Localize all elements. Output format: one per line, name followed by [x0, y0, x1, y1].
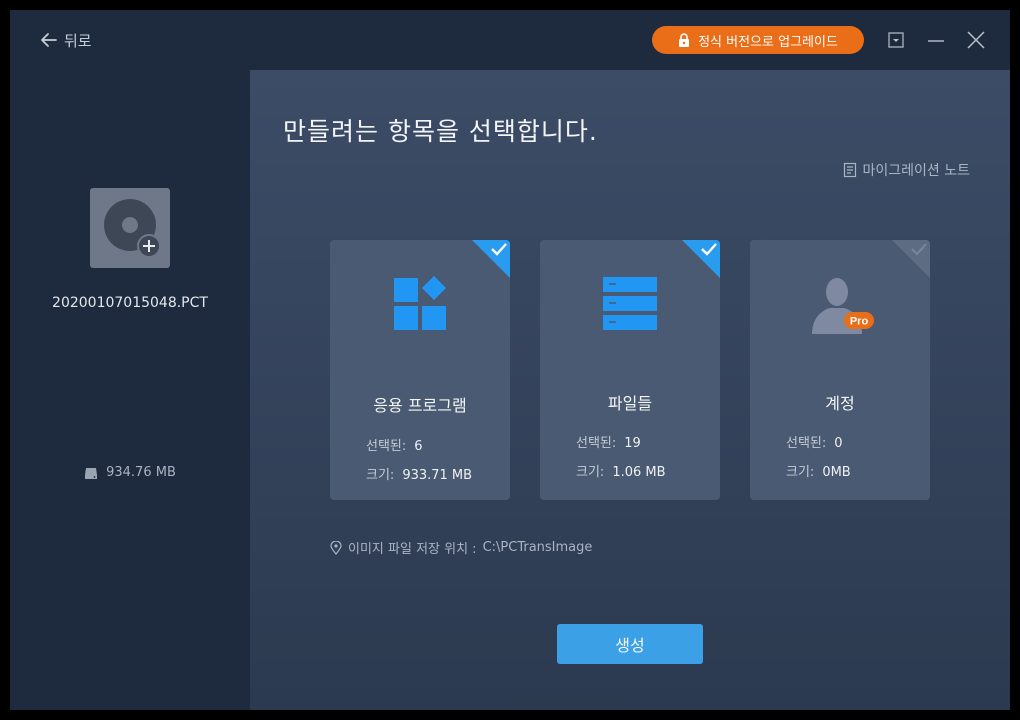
- document-icon: [843, 162, 856, 178]
- image-save-location: 이미지 파일 저장 위치 : C:\PCTransImage: [330, 538, 592, 557]
- card-files[interactable]: 파일들 선택된: 19 크기: 1.06 MB: [540, 240, 720, 500]
- card-title: 계정: [825, 394, 855, 413]
- selected-value: 6: [414, 439, 423, 454]
- size-value: 1.06 MB: [612, 465, 666, 480]
- upgrade-button[interactable]: 정식 버전으로 업그레이드: [652, 26, 864, 54]
- image-size: 934.76 MB: [10, 465, 250, 480]
- size-label: 크기:: [786, 465, 815, 480]
- drive-icon: [85, 467, 98, 479]
- size-label: 크기:: [576, 465, 605, 480]
- card-selected-count: 선택된: 0: [786, 432, 843, 451]
- card-size: 크기: 1.06 MB: [576, 461, 666, 480]
- minimize-icon: [928, 40, 944, 42]
- card-accounts[interactable]: Pro 계정 선택된: 0 크기: 0MB: [750, 240, 930, 500]
- migration-notes-link[interactable]: 마이그레이션 노트: [843, 160, 971, 180]
- pro-badge: Pro: [850, 316, 869, 328]
- main-panel: 만들려는 항목을 선택합니다. 마이그레이션 노트 응용 프로그램 선택된: 6…: [250, 70, 1010, 710]
- lock-icon: [679, 33, 690, 47]
- upgrade-label: 정식 버전으로 업그레이드: [698, 34, 838, 50]
- image-filename: 20200107015048.PCT: [52, 295, 208, 311]
- titlebar: 뒤로 정식 버전으로 업그레이드: [10, 10, 1010, 70]
- checked-corner-icon: [472, 240, 510, 278]
- selected-value: 19: [624, 436, 641, 451]
- files-icon: [540, 274, 720, 334]
- size-label: 크기:: [366, 468, 395, 483]
- account-pro-icon: Pro: [750, 274, 930, 334]
- dropdown-box-icon: [888, 32, 904, 48]
- apps-icon: [330, 274, 510, 334]
- close-button[interactable]: [966, 30, 986, 50]
- card-title: 응용 프로그램: [373, 396, 467, 415]
- selected-label: 선택된:: [576, 436, 617, 451]
- card-selected-count: 선택된: 19: [576, 432, 641, 451]
- back-button[interactable]: 뒤로: [40, 29, 92, 51]
- migration-notes-label: 마이그레이션 노트: [862, 163, 971, 179]
- card-size: 크기: 933.71 MB: [366, 464, 472, 483]
- back-label: 뒤로: [64, 31, 92, 50]
- checked-corner-icon: [682, 240, 720, 278]
- size-value: 933.71 MB: [402, 468, 473, 483]
- app-window: 뒤로 정식 버전으로 업그레이드 20200107015048.PCT 934.…: [10, 10, 1010, 710]
- dropdown-menu-button[interactable]: [886, 30, 906, 50]
- selected-label: 선택된:: [786, 436, 827, 451]
- card-applications[interactable]: 응용 프로그램 선택된: 6 크기: 933.71 MB: [330, 240, 510, 500]
- minimize-button[interactable]: [926, 30, 946, 50]
- location-label: 이미지 파일 저장 위치 :: [348, 542, 477, 557]
- size-value: 0MB: [822, 465, 851, 480]
- close-icon: [967, 31, 985, 49]
- image-size-value: 934.76 MB: [106, 465, 176, 480]
- card-size: 크기: 0MB: [786, 461, 851, 480]
- sidebar: 20200107015048.PCT 934.76 MB: [10, 70, 250, 710]
- card-selected-count: 선택된: 6: [366, 435, 423, 454]
- arrow-left-icon: [41, 33, 57, 47]
- image-file-icon: [90, 188, 170, 268]
- card-title: 파일들: [607, 394, 653, 413]
- location-pin-icon: [330, 540, 342, 555]
- unchecked-corner-icon: [892, 240, 930, 278]
- page-title: 만들려는 항목을 선택합니다.: [283, 117, 598, 146]
- location-path[interactable]: C:\PCTransImage: [483, 540, 593, 555]
- create-button[interactable]: 생성: [557, 624, 703, 664]
- selected-value: 0: [834, 436, 843, 451]
- selected-label: 선택된:: [366, 439, 407, 454]
